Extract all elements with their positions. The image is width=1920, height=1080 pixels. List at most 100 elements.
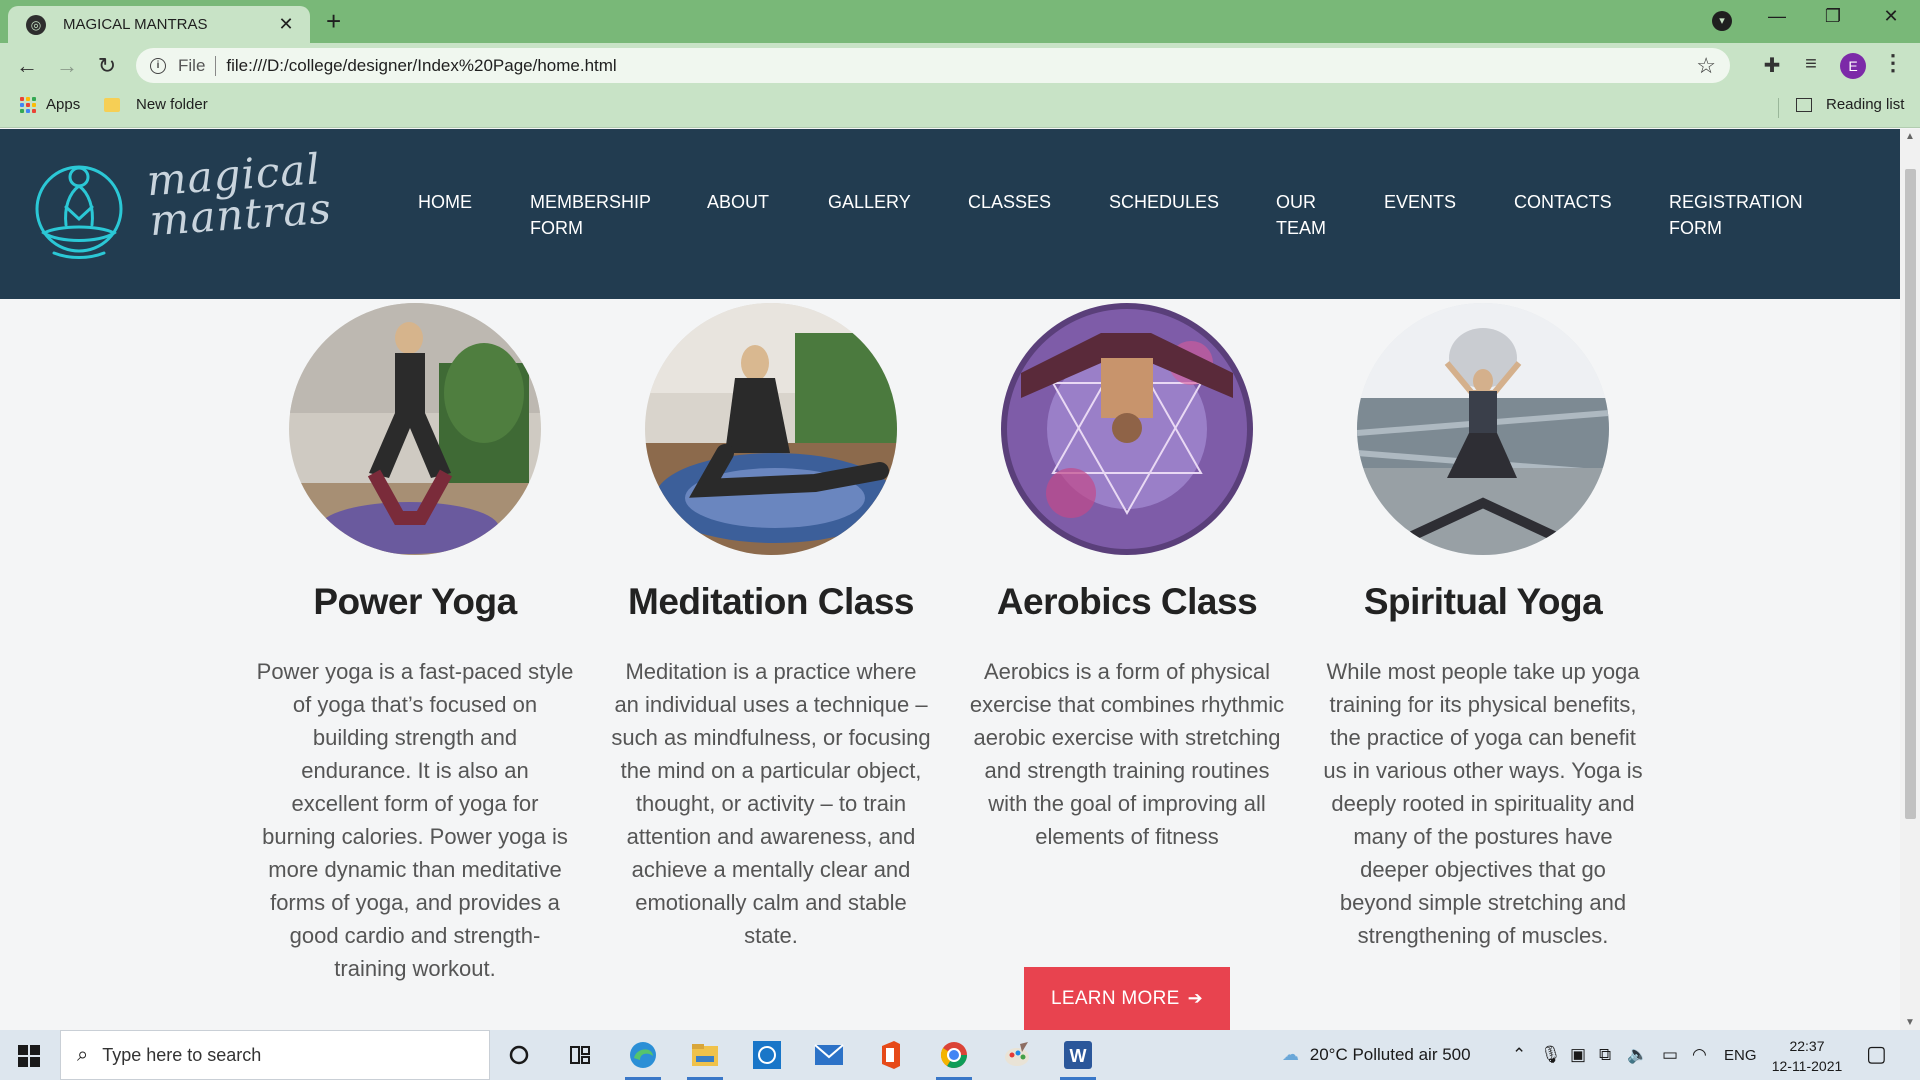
volume-icon[interactable]: 🔈 xyxy=(1627,1045,1648,1065)
cloud-icon: ☁ xyxy=(1282,1045,1299,1064)
nav-registration-form[interactable]: REGISTRATION FORM xyxy=(1669,189,1809,241)
nav-membership-form[interactable]: MEMBERSHIP FORM xyxy=(530,189,660,241)
bookmark-star-icon[interactable]: ☆ xyxy=(1696,53,1716,79)
card-title-aerobics-class: Aerobics Class xyxy=(996,581,1258,622)
url-text[interactable]: file:///D:/college/designer/Index%20Page… xyxy=(226,56,616,76)
weather-widget[interactable]: ☁ 20°C Polluted air 500 xyxy=(1282,1045,1471,1065)
info-icon[interactable]: i xyxy=(150,57,166,74)
battery-icon[interactable]: ▭ xyxy=(1662,1045,1678,1065)
tab-search-icon[interactable]: ▾ xyxy=(1712,11,1732,31)
windows-taskbar: ⌕ Type here to search W ☁ 20°C Polluted … xyxy=(0,1030,1920,1080)
url-scheme-label: File xyxy=(178,55,206,75)
address-divider xyxy=(215,55,217,76)
clock-date: 12-11-2021 xyxy=(1771,1058,1843,1074)
arrow-right-icon: ➔ xyxy=(1187,988,1204,1008)
language-indicator[interactable]: ENG xyxy=(1724,1047,1757,1064)
microphone-icon[interactable]: 🎙 xyxy=(1540,1045,1562,1065)
more-menu-icon[interactable]: ⋮ xyxy=(1882,50,1904,76)
profile-avatar[interactable]: E xyxy=(1840,53,1866,79)
scrollbar-thumb[interactable] xyxy=(1905,169,1916,819)
bookmarks-bar: Apps New folder Reading list xyxy=(0,88,1920,128)
card-text-spiritual-yoga: While most people take up yoga training … xyxy=(1323,659,1643,948)
forward-arrow-icon[interactable]: → xyxy=(52,51,82,81)
svg-text:W: W xyxy=(1070,1046,1087,1066)
mail-icon[interactable] xyxy=(807,1037,851,1073)
weather-text: 20°C Polluted air 500 xyxy=(1309,1045,1471,1064)
power-yoga-image xyxy=(289,303,541,555)
notification-tray-icon[interactable]: ▣ xyxy=(1570,1045,1586,1065)
card-title-meditation-class: Meditation Class xyxy=(628,581,915,622)
search-placeholder: Type here to search xyxy=(102,1044,262,1065)
scroll-down-arrow-icon[interactable]: ▼ xyxy=(1900,1017,1920,1028)
office-icon[interactable] xyxy=(869,1037,913,1073)
spiritual-yoga-image xyxy=(1357,303,1609,555)
learn-more-label: LEARN MORE xyxy=(1050,987,1180,1009)
restore-button[interactable]: ❐ xyxy=(1818,6,1848,27)
close-tab-icon[interactable]: ✕ xyxy=(276,14,296,35)
nav-contacts[interactable]: CONTACTS xyxy=(1514,189,1612,215)
nav-schedules[interactable]: SCHEDULES xyxy=(1109,189,1219,215)
nav-classes[interactable]: CLASSES xyxy=(968,189,1051,215)
aerobics-class-image xyxy=(1001,303,1253,555)
taskbar-search-box[interactable]: ⌕ Type here to search xyxy=(60,1030,490,1080)
nav-about[interactable]: ABOUT xyxy=(707,189,769,215)
reading-list-icon xyxy=(1796,97,1812,112)
browser-tab-active[interactable]: ◎ MAGICAL MANTRAS ✕ xyxy=(8,6,310,43)
close-window-button[interactable]: ✕ xyxy=(1876,6,1906,27)
notifications-icon[interactable]: ▢ xyxy=(1866,1041,1887,1067)
file-explorer-icon[interactable] xyxy=(683,1037,727,1080)
cortana-icon[interactable] xyxy=(497,1037,541,1073)
bookmark-folder-label: New folder xyxy=(136,96,208,113)
reading-list-label: Reading list xyxy=(1826,96,1905,113)
card-text-aerobics-class: Aerobics is a form of physical exercise … xyxy=(969,659,1285,849)
page-viewport: magical mantras HOME MEMBERSHIP FORM ABO… xyxy=(0,129,1900,1030)
paint-icon[interactable] xyxy=(995,1037,1039,1073)
reading-list-button[interactable]: Reading list xyxy=(1796,96,1904,113)
media-queue-icon[interactable]: ≡ xyxy=(1798,53,1824,76)
logo-word-2: mantras xyxy=(147,183,334,246)
card-title-spiritual-yoga: Spiritual Yoga xyxy=(1363,581,1603,622)
address-bar[interactable]: i File file:///D:/college/designer/Index… xyxy=(136,48,1730,83)
task-view-icon[interactable] xyxy=(558,1037,602,1073)
bookmark-new-folder[interactable]: New folder xyxy=(104,96,208,113)
minimize-button[interactable]: — xyxy=(1762,6,1792,27)
browser-toolbar: ← → ↻ i File file:///D:/college/designer… xyxy=(0,43,1920,88)
edge-browser-icon[interactable] xyxy=(621,1037,665,1080)
back-arrow-icon[interactable]: ← xyxy=(12,51,42,81)
reload-icon[interactable]: ↻ xyxy=(92,51,122,81)
nav-gallery[interactable]: GALLERY xyxy=(828,189,911,215)
word-icon[interactable]: W xyxy=(1056,1037,1100,1080)
site-header: magical mantras HOME MEMBERSHIP FORM ABO… xyxy=(0,129,1900,299)
page-scrollbar[interactable]: ▲ ▼ xyxy=(1900,129,1920,1030)
camera-icon[interactable]: ⧉ xyxy=(1599,1045,1611,1065)
tab-title: MAGICAL MANTRAS xyxy=(63,16,208,33)
search-icon: ⌕ xyxy=(77,1043,89,1066)
scroll-up-arrow-icon[interactable]: ▲ xyxy=(1900,131,1920,142)
wifi-icon[interactable]: ◠ xyxy=(1692,1045,1707,1065)
chrome-icon[interactable] xyxy=(932,1037,976,1080)
bookmarks-divider xyxy=(1778,98,1779,118)
show-hidden-icons-chevron-icon[interactable]: ⌃ xyxy=(1512,1045,1526,1065)
card-text-meditation-class: Meditation is a practice where an indivi… xyxy=(611,659,931,948)
clock-time: 22:37 xyxy=(1789,1038,1825,1054)
nav-home[interactable]: HOME xyxy=(418,189,472,215)
site-logo-wordmark[interactable]: magical mantras xyxy=(145,144,334,246)
browser-tab-strip: ◎ MAGICAL MANTRAS ✕ + ▾ — ❐ ✕ xyxy=(0,0,1920,43)
meditation-logo-icon[interactable] xyxy=(34,163,124,263)
folder-icon xyxy=(104,97,120,112)
windows-start-icon[interactable] xyxy=(18,1045,40,1067)
nav-events[interactable]: EVENTS xyxy=(1384,189,1456,215)
learn-more-button[interactable]: LEARN MORE ➔ xyxy=(1024,967,1230,1030)
extensions-puzzle-icon[interactable]: ✚ xyxy=(1759,53,1785,78)
system-clock[interactable]: 22:37 12-11-2021 xyxy=(1770,1036,1844,1076)
apps-grid-icon xyxy=(20,96,36,113)
new-tab-button[interactable]: + xyxy=(326,8,341,34)
globe-icon: ◎ xyxy=(26,14,46,35)
bookmark-apps[interactable]: Apps xyxy=(20,96,80,113)
bookmark-apps-label: Apps xyxy=(46,96,81,113)
nav-our-team[interactable]: OUR TEAM xyxy=(1276,189,1336,241)
meditation-class-image xyxy=(645,303,897,555)
card-title-power-yoga: Power Yoga xyxy=(313,581,517,622)
dell-app-icon[interactable] xyxy=(745,1037,789,1073)
card-text-power-yoga: Power yoga is a fast-paced style of yoga… xyxy=(256,659,574,981)
